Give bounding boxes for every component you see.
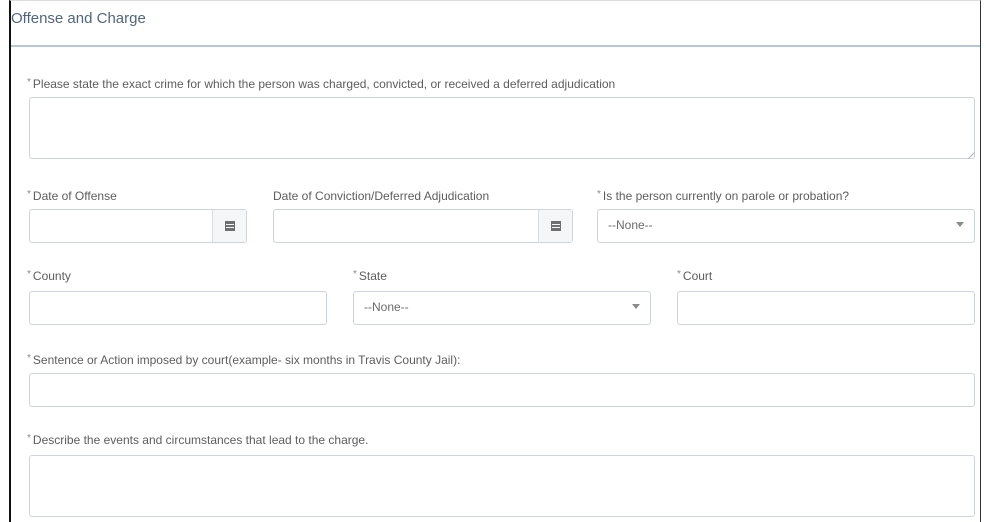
date-offense-picker-button[interactable] (212, 210, 246, 242)
date-conviction-label: Date of Conviction/Deferred Adjudication (273, 189, 489, 203)
date-conviction-picker-button[interactable] (538, 210, 572, 242)
form-panel: Offense and Charge * Please state the exa… (9, 0, 981, 522)
required-marker: * (353, 269, 357, 280)
required-marker: * (27, 269, 31, 280)
county-label: * County (27, 269, 71, 283)
county-label-text: County (32, 269, 71, 283)
required-marker: * (27, 189, 31, 200)
required-marker: * (677, 269, 681, 280)
sentence-label-text: Sentence or Action imposed by court(exam… (32, 353, 461, 367)
parole-label-text: Is the person currently on parole or pro… (602, 189, 850, 203)
state-label-text: State (358, 269, 387, 283)
crime-label-text: Please state the exact crime for which t… (32, 77, 616, 91)
date-offense-label-text: Date of Offense (32, 189, 117, 203)
sentence-label: * Sentence or Action imposed by court(exa… (27, 353, 460, 367)
required-marker: * (597, 189, 601, 200)
required-marker: * (27, 353, 31, 364)
parole-label: * Is the person currently on parole or pr… (597, 189, 849, 203)
section-title: Offense and Charge (11, 10, 146, 27)
date-conviction-label-text: Date of Conviction/Deferred Adjudication (273, 189, 490, 203)
describe-label-text: Describe the events and circumstances th… (32, 433, 369, 447)
date-offense-label: * Date of Offense (27, 189, 117, 203)
date-offense-field[interactable] (29, 209, 247, 243)
chevron-down-icon (956, 222, 964, 227)
parole-select[interactable]: --None-- (597, 209, 975, 243)
state-label: * State (353, 269, 387, 283)
required-marker: * (27, 77, 31, 88)
describe-textarea[interactable] (29, 455, 975, 517)
date-conviction-field[interactable] (273, 209, 573, 243)
parole-selected-value: --None-- (608, 218, 653, 232)
chevron-down-icon (632, 304, 640, 309)
state-selected-value: --None-- (364, 300, 409, 314)
calendar-icon (225, 221, 235, 231)
resize-grip-icon[interactable] (968, 152, 975, 159)
court-label: * Court (677, 269, 712, 283)
court-label-text: Court (682, 269, 713, 283)
required-marker: * (27, 433, 31, 444)
calendar-icon (551, 221, 561, 231)
describe-label: * Describe the events and circumstances t… (27, 433, 368, 447)
court-input[interactable] (677, 291, 975, 325)
county-input[interactable] (29, 291, 327, 325)
section-header: Offense and Charge (11, 1, 980, 47)
crime-label: * Please state the exact crime for which … (27, 77, 615, 91)
crime-textarea[interactable] (29, 97, 975, 159)
sentence-input[interactable] (29, 373, 975, 407)
state-select[interactable]: --None-- (353, 291, 651, 325)
